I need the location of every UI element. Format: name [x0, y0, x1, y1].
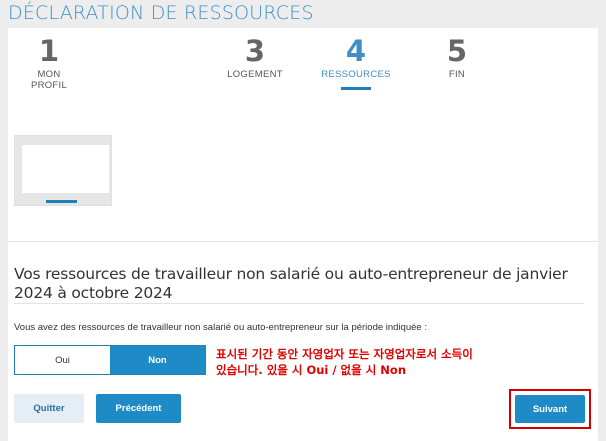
step-ressources[interactable]: 4 RESSOURCES: [321, 34, 391, 80]
step-number: 4: [345, 34, 367, 68]
step-label: LOGEMENT: [227, 69, 283, 80]
form-card: 1 MON PROFIL 3 LOGEMENT 4 RESSOURCES 5 F…: [8, 28, 598, 441]
annotation-line: 있습니다. 있을 시 Oui / 없을 시 Non: [216, 363, 407, 377]
annotation-line: 표시된 기간 동안 자영업자 또는 자영업자로서 소득이: [216, 347, 473, 361]
oui-non-toggle: Oui Non: [14, 345, 206, 375]
option-oui-button[interactable]: Oui: [15, 346, 110, 374]
page-title: DÉCLARATION DE RESSOURCES: [8, 2, 314, 24]
annotation-note: 표시된 기간 동안 자영업자 또는 자영업자로서 소득이 있습니다. 있을 시 …: [216, 346, 556, 378]
option-non-button[interactable]: Non: [110, 346, 205, 374]
section-title: Vos ressources de travailleur non salari…: [14, 265, 568, 302]
precedent-button[interactable]: Précédent: [96, 394, 181, 423]
step-number: 1: [38, 34, 60, 68]
step-mon-profil[interactable]: 1 MON PROFIL: [24, 34, 74, 91]
category-thumbnail[interactable]: [14, 135, 112, 206]
suivant-button[interactable]: Suivant: [515, 395, 585, 423]
step-fin[interactable]: 5 FIN: [437, 34, 477, 80]
step-label: MON PROFIL: [30, 69, 68, 91]
step-logement[interactable]: 3 LOGEMENT: [225, 34, 285, 80]
step-label: RESSOURCES: [321, 69, 391, 80]
step-label: FIN: [448, 69, 466, 80]
step-number: 5: [446, 34, 468, 68]
thumbnail-image: [22, 145, 109, 193]
divider: [8, 241, 598, 242]
quitter-button[interactable]: Quitter: [14, 394, 84, 423]
question-text: Vous avez des ressources de travailleur …: [14, 322, 427, 333]
divider: [14, 303, 584, 304]
suivant-highlight-box: Suivant: [509, 389, 591, 429]
active-step-indicator: [341, 87, 371, 90]
thumbnail-selected-indicator: [46, 200, 77, 203]
step-number: 3: [244, 34, 266, 68]
